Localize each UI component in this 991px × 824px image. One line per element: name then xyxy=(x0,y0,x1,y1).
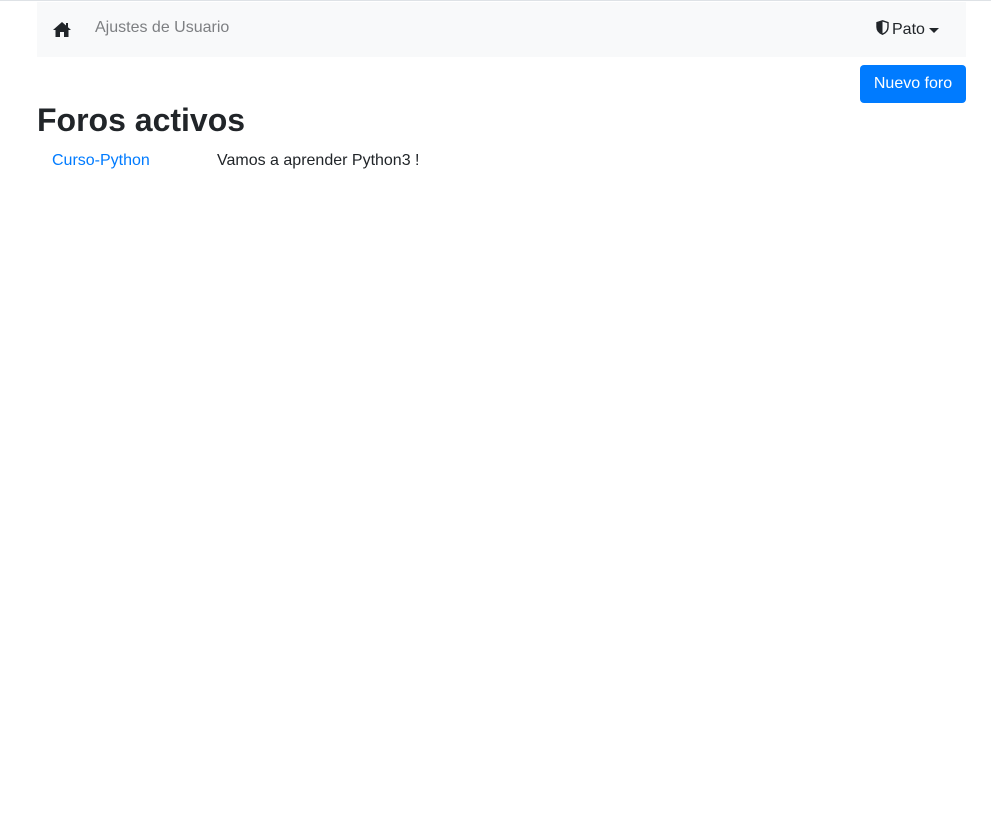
forum-row: Curso-Python Vamos a aprender Python3 ! xyxy=(37,152,966,172)
nav-link-user-settings[interactable]: Ajustes de Usuario xyxy=(95,19,229,37)
top-border xyxy=(0,0,991,1)
shield-icon xyxy=(876,20,892,40)
page-title: Foros activos xyxy=(37,102,246,138)
forum-link[interactable]: Curso-Python xyxy=(52,152,150,170)
new-forum-button[interactable]: Nuevo foro xyxy=(860,65,966,103)
chevron-down-icon xyxy=(928,28,939,33)
home-icon[interactable] xyxy=(52,20,72,40)
user-name: Pato xyxy=(892,21,925,38)
navbar: Ajustes de Usuario Pato xyxy=(37,2,966,57)
user-menu-dropdown[interactable]: Pato xyxy=(876,19,939,41)
forum-description: Vamos a aprender Python3 ! xyxy=(217,152,420,169)
